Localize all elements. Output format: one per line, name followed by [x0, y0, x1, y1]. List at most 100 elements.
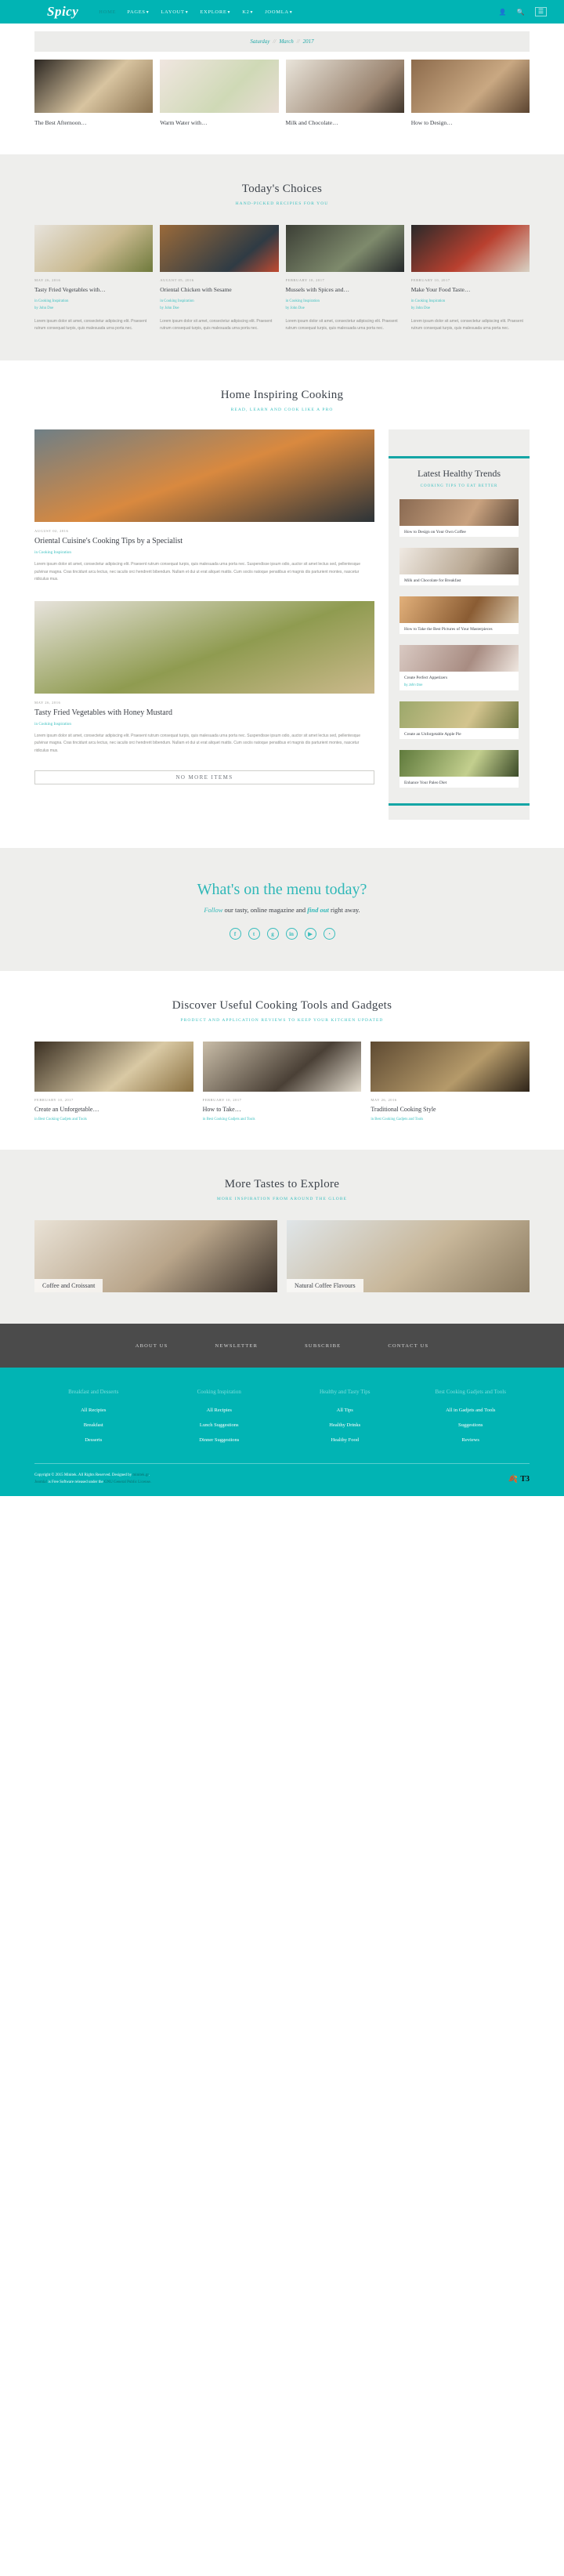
- choice-thumbnail[interactable]: [410, 224, 530, 272]
- post-category[interactable]: in Cooking Inspiration: [34, 550, 374, 555]
- post-image[interactable]: [34, 429, 374, 523]
- choice-author[interactable]: by John Doe: [34, 306, 153, 312]
- footer-column-link[interactable]: Healthy Drinks: [286, 1422, 404, 1428]
- footer-link-about-us[interactable]: ABOUT US: [136, 1343, 168, 1349]
- footer-column-link[interactable]: Desserts: [34, 1437, 153, 1443]
- no-more-items-button[interactable]: NO MORE ITEMS: [34, 770, 374, 785]
- nav-item-layout[interactable]: LAYOUT▼: [161, 9, 189, 15]
- trend-title[interactable]: How to Take the Best Pictures of Your Ma…: [400, 623, 519, 635]
- tool-card[interactable]: FEBRUARY 10, 2017 Create an Unforgetable…: [34, 1042, 193, 1121]
- tool-category[interactable]: in Best Cooking Gadjets and Tools: [203, 1118, 362, 1121]
- footer-column-link[interactable]: Healthy Food: [286, 1437, 404, 1443]
- joomla-link[interactable]: Joomla!: [34, 1480, 47, 1484]
- choice-card[interactable]: MAY 26, 2016 Tasty Fried Vegetables with…: [34, 224, 154, 332]
- taste-label[interactable]: Coffee and Croissant: [34, 1279, 103, 1293]
- footer-column-link[interactable]: Reviews: [412, 1437, 530, 1443]
- choice-title[interactable]: Make Your Food Taste…: [411, 286, 530, 295]
- choice-title[interactable]: Tasty Fried Vegetables with…: [34, 286, 153, 295]
- post-image[interactable]: [34, 600, 374, 694]
- tool-category[interactable]: in Best Cooking Gadjets and Tools: [34, 1118, 193, 1121]
- choice-category[interactable]: in Cooking Inspiration: [34, 299, 153, 305]
- choice-category[interactable]: in Cooking Inspiration: [160, 299, 278, 305]
- hamburger-icon[interactable]: ☰: [534, 7, 547, 16]
- tool-card[interactable]: MAY 26, 2016 Traditional Cooking Style i…: [371, 1042, 530, 1121]
- taste-label[interactable]: Natural Coffee Flavours: [287, 1279, 363, 1293]
- trend-image[interactable]: [400, 645, 519, 672]
- trend-item[interactable]: Create Perfect Appetizers by John Doe: [400, 645, 519, 691]
- featured-thumbnail[interactable]: [34, 60, 154, 113]
- trend-item[interactable]: How to Design on Your Own Coffee: [400, 499, 519, 538]
- footer-column-link[interactable]: Dinner Suggestions: [161, 1437, 279, 1443]
- youtube-icon[interactable]: ▶: [304, 928, 316, 940]
- choice-title[interactable]: Oriental Chicken with Sesame: [160, 286, 278, 295]
- trend-title[interactable]: Create Perfect Appetizers: [400, 672, 519, 683]
- tool-title[interactable]: Traditional Cooking Style: [371, 1106, 530, 1113]
- taste-card[interactable]: Natural Coffee Flavours: [287, 1220, 530, 1293]
- featured-thumbnail[interactable]: [410, 60, 530, 113]
- twitter-icon[interactable]: t: [248, 928, 260, 940]
- featured-card[interactable]: Milk and Chocolate…: [285, 60, 404, 128]
- choice-thumbnail[interactable]: [160, 224, 279, 272]
- choice-card[interactable]: FEBRUARY 10, 2017 Make Your Food Taste… …: [410, 224, 530, 332]
- trend-title[interactable]: Enhance Your Paleo Diet: [400, 777, 519, 788]
- google-plus-icon[interactable]: g: [266, 928, 279, 940]
- linkedin-icon[interactable]: in: [285, 928, 298, 940]
- featured-thumbnail[interactable]: [285, 60, 404, 113]
- trend-item[interactable]: How to Take the Best Pictures of Your Ma…: [400, 596, 519, 635]
- nav-item-joomla[interactable]: JOOMLA▼: [265, 9, 293, 15]
- t3-framework-badge[interactable]: 🍂 T3: [508, 1475, 530, 1484]
- tool-card[interactable]: FEBRUARY 10, 2017 How to Take… in Best C…: [202, 1042, 362, 1121]
- trend-image[interactable]: [400, 701, 519, 729]
- choice-thumbnail[interactable]: [285, 224, 404, 272]
- choice-author[interactable]: by John Doe: [411, 306, 530, 312]
- featured-thumbnail[interactable]: [160, 60, 279, 113]
- nav-item-home[interactable]: HOME: [99, 9, 116, 15]
- footer-column-link[interactable]: All Recipies: [161, 1408, 279, 1413]
- site-logo[interactable]: Spicy: [47, 4, 78, 20]
- footer-column-link[interactable]: All Recipies: [34, 1408, 153, 1413]
- choice-title[interactable]: Mussels with Spices and…: [286, 286, 404, 295]
- footer-column-link[interactable]: Lunch Suggestions: [161, 1422, 279, 1428]
- footer-column-link[interactable]: Suggestions: [412, 1422, 530, 1428]
- featured-card[interactable]: Warm Water with…: [160, 60, 279, 128]
- footer-column-link[interactable]: All Tips: [286, 1408, 404, 1413]
- rss-icon[interactable]: ◔: [323, 928, 335, 940]
- choice-card[interactable]: FEBRUARY 10, 2017 Mussels with Spices an…: [285, 224, 404, 332]
- footer-column-link[interactable]: All in Gadjets and Tools: [412, 1408, 530, 1413]
- trend-image[interactable]: [400, 499, 519, 527]
- taste-card[interactable]: Coffee and Croissant: [34, 1220, 277, 1293]
- trend-title[interactable]: How to Design on Your Own Coffee: [400, 526, 519, 538]
- post-title[interactable]: Oriental Cuisine's Cooking Tips by a Spe…: [34, 537, 374, 545]
- choice-card[interactable]: AUGUST 05, 2016 Oriental Chicken with Se…: [160, 224, 279, 332]
- user-icon[interactable]: 👤: [499, 9, 507, 16]
- nav-item-explore[interactable]: EXPLORE▼: [200, 9, 231, 15]
- choice-category[interactable]: in Cooking Inspiration: [286, 299, 404, 305]
- tool-image[interactable]: [202, 1042, 362, 1092]
- tool-title[interactable]: How to Take…: [203, 1106, 362, 1113]
- tool-title[interactable]: Create an Unforgetable…: [34, 1106, 193, 1113]
- trend-title[interactable]: Milk and Chocolate for Breakfast: [400, 574, 519, 586]
- post-category[interactable]: in Cooking Inspiration: [34, 722, 374, 726]
- designer-link[interactable]: minitek.gr: [132, 1473, 148, 1477]
- featured-title[interactable]: How to Design…: [411, 119, 530, 128]
- featured-card[interactable]: The Best Afternoon…: [34, 60, 154, 128]
- search-icon[interactable]: 🔍: [517, 9, 525, 16]
- footer-link-subscribe[interactable]: SUBSCRIBE: [305, 1343, 341, 1349]
- trend-image[interactable]: [400, 750, 519, 777]
- trend-title[interactable]: Create an Unforgetable Apple Pie: [400, 728, 519, 740]
- trend-item[interactable]: Milk and Chocolate for Breakfast: [400, 548, 519, 586]
- tool-image[interactable]: [34, 1042, 193, 1092]
- trend-image[interactable]: [400, 596, 519, 624]
- footer-link-newsletter[interactable]: NEWSLETTER: [215, 1343, 258, 1349]
- trend-item[interactable]: Enhance Your Paleo Diet: [400, 750, 519, 788]
- choice-author[interactable]: by John Doe: [160, 306, 278, 312]
- featured-title[interactable]: Milk and Chocolate…: [286, 119, 404, 128]
- license-link[interactable]: GNU General Public License.: [104, 1480, 151, 1484]
- facebook-icon[interactable]: f: [229, 928, 241, 940]
- footer-column-link[interactable]: Breakfast: [34, 1422, 153, 1428]
- tool-category[interactable]: in Best Cooking Gadjets and Tools: [371, 1118, 530, 1121]
- featured-title[interactable]: The Best Afternoon…: [34, 119, 153, 128]
- featured-card[interactable]: How to Design…: [410, 60, 530, 128]
- featured-title[interactable]: Warm Water with…: [160, 119, 278, 128]
- choice-thumbnail[interactable]: [34, 224, 154, 272]
